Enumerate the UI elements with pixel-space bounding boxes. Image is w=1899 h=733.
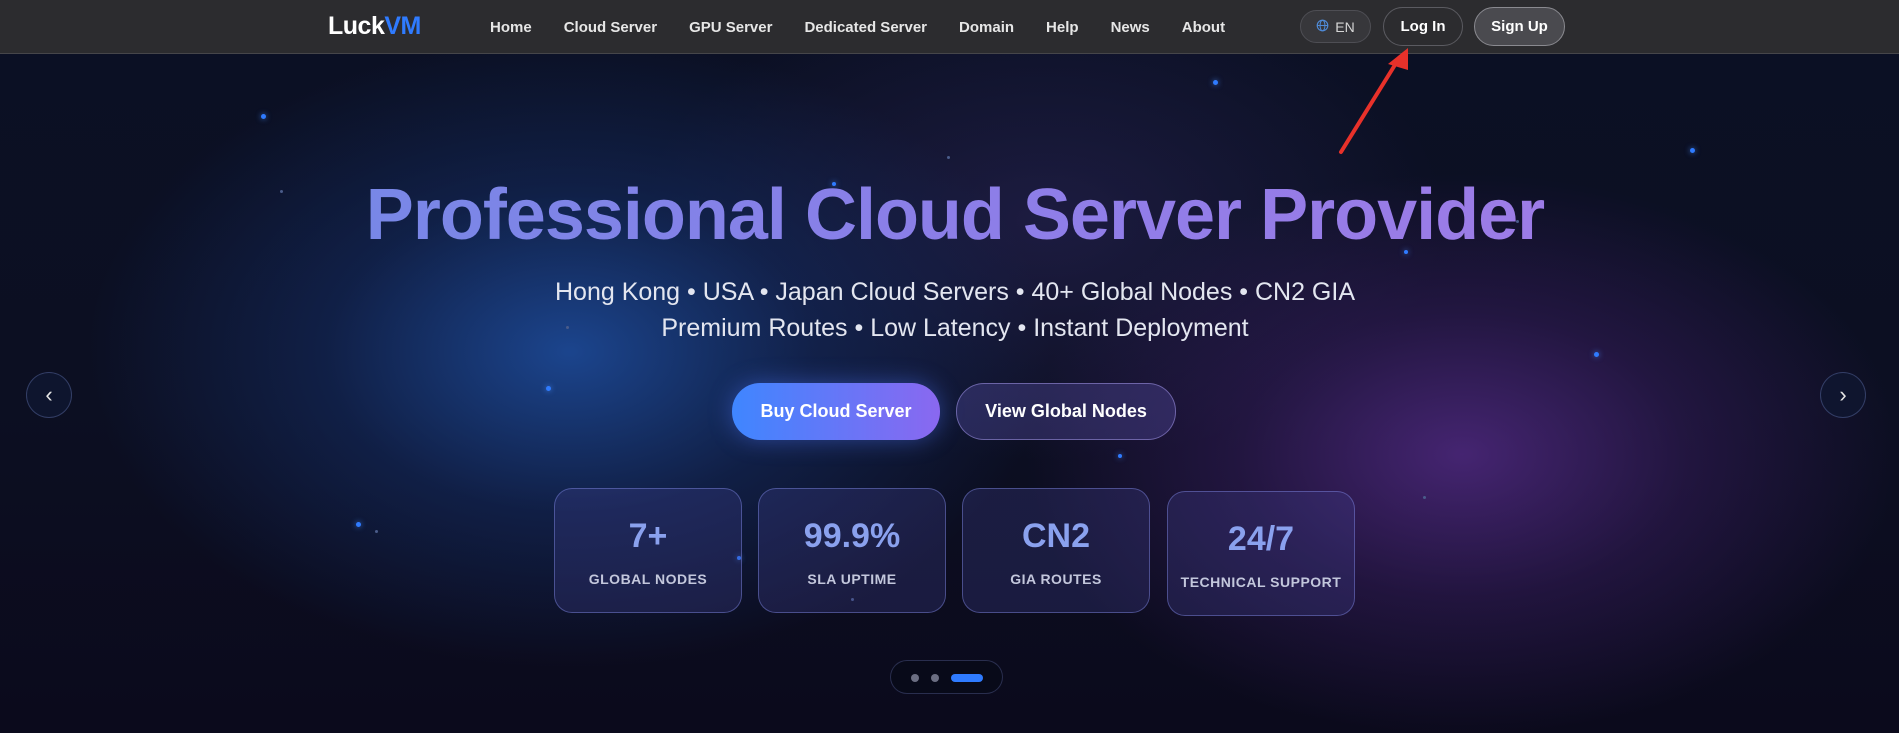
stat-card-technical-support: 24/7 TECHNICAL SUPPORT	[1167, 491, 1355, 616]
site-logo[interactable]: LuckVM	[328, 12, 421, 41]
nav-link-help[interactable]: Help	[1046, 19, 1079, 36]
star-dot	[947, 156, 950, 159]
view-global-nodes-button[interactable]: View Global Nodes	[956, 383, 1176, 440]
hero-subtitle: Hong Kong • USA • Japan Cloud Servers • …	[554, 278, 1355, 342]
star-dot	[1213, 80, 1218, 85]
stat-label: SLA UPTIME	[807, 571, 897, 587]
language-label: EN	[1335, 18, 1355, 35]
nav-link-home[interactable]: Home	[490, 19, 532, 36]
stat-label: GIA ROUTES	[1010, 571, 1102, 587]
nav-link-domain[interactable]: Domain	[959, 19, 1014, 36]
language-selector[interactable]: EN	[1300, 10, 1371, 43]
hero-title: Professional Cloud Server Provider	[0, 170, 1899, 260]
carousel-prev-button[interactable]: ‹	[26, 372, 72, 418]
stat-value: CN2	[1021, 517, 1091, 555]
chevron-right-icon: ›	[1839, 382, 1847, 407]
carousel-indicator	[890, 660, 1003, 694]
stat-value: 99.9%	[803, 517, 901, 555]
star-dot	[1594, 352, 1599, 357]
nav-link-cloud-server[interactable]: Cloud Server	[564, 19, 657, 36]
stat-card-gia-routes: CN2 GIA ROUTES	[962, 488, 1150, 613]
stat-card-global-nodes: 7+ GLOBAL NODES	[554, 488, 742, 613]
nav-link-news[interactable]: News	[1111, 19, 1150, 36]
globe-icon	[1316, 19, 1329, 35]
star-dot	[375, 530, 378, 533]
stat-value: 7+	[628, 517, 668, 555]
hero-background	[0, 0, 1899, 733]
carousel-dot-2[interactable]	[931, 674, 939, 682]
carousel-next-button[interactable]: ›	[1820, 372, 1866, 418]
stat-value: 24/7	[1227, 520, 1295, 558]
nav-link-about[interactable]: About	[1182, 19, 1225, 36]
nav-link-dedicated-server[interactable]: Dedicated Server	[804, 19, 927, 36]
carousel-dot-3[interactable]	[951, 674, 983, 682]
carousel-dot-1[interactable]	[911, 674, 919, 682]
annotation-arrow-icon	[1339, 48, 1408, 154]
logo-text: Luck	[328, 12, 385, 40]
login-button[interactable]: Log In	[1383, 7, 1463, 46]
main-nav: Home Cloud Server GPU Server Dedicated S…	[490, 0, 1225, 54]
buy-cloud-server-button[interactable]: Buy Cloud Server	[732, 383, 940, 440]
stat-label: TECHNICAL SUPPORT	[1180, 574, 1342, 590]
stat-card-sla-uptime: 99.9% SLA UPTIME	[758, 488, 946, 613]
star-dot	[1423, 496, 1426, 499]
star-dot	[546, 386, 551, 391]
logo-accent-text: VM	[384, 12, 421, 40]
nav-link-gpu-server[interactable]: GPU Server	[689, 19, 772, 36]
stat-label: GLOBAL NODES	[588, 571, 708, 587]
signup-button[interactable]: Sign Up	[1474, 7, 1565, 46]
star-dot	[261, 114, 266, 119]
star-dot	[1118, 454, 1122, 458]
top-navbar: LuckVM Home Cloud Server GPU Server Dedi…	[0, 0, 1899, 54]
star-dot	[356, 522, 361, 527]
chevron-left-icon: ‹	[45, 382, 53, 407]
star-dot	[1690, 148, 1695, 153]
